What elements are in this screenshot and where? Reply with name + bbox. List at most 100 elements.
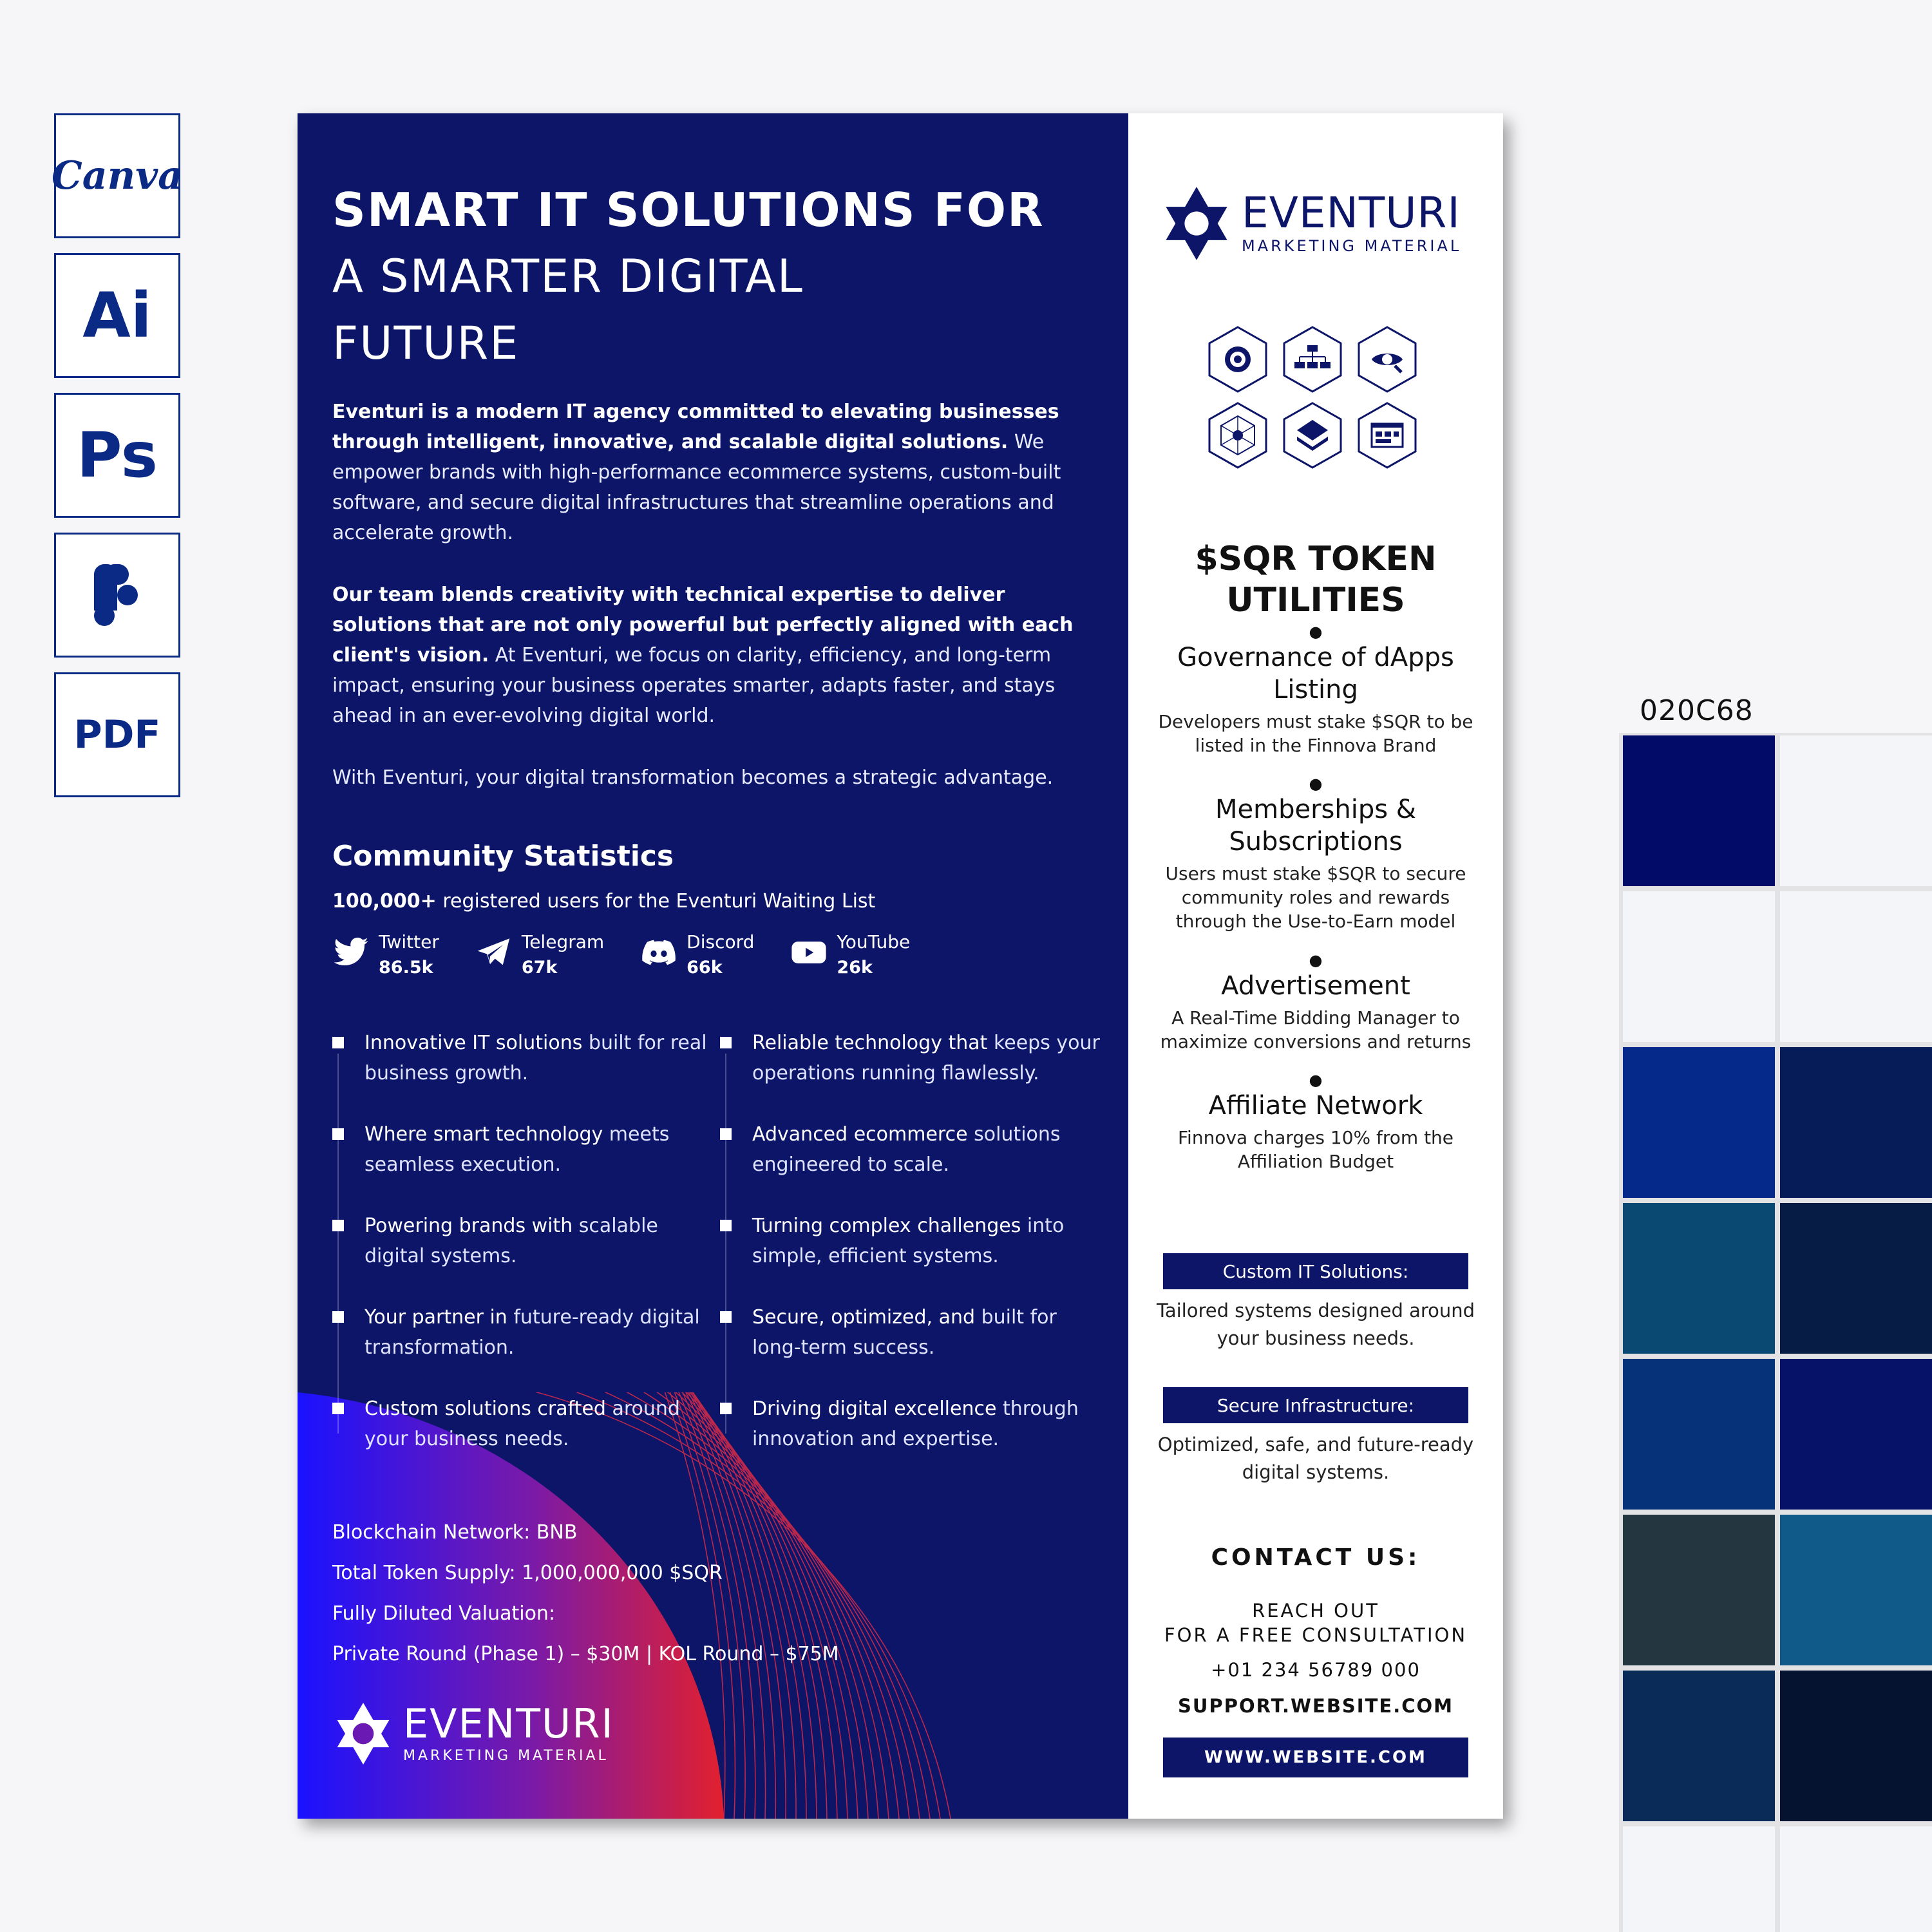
bullet-bold: Turning complex challenges <box>752 1215 1021 1237</box>
discord-icon <box>642 940 676 965</box>
bullets-column-left: Innovative IT solutions built for real b… <box>332 1028 712 1485</box>
list-item: Custom solutions crafted around your bus… <box>332 1394 712 1485</box>
bullets-column-right: Reliable technology that keeps your oper… <box>720 1028 1100 1485</box>
color-swatch <box>1780 1359 1932 1510</box>
utility-desc: Finnova charges 10% from the Affiliation… <box>1177 1127 1454 1172</box>
headline-line-1: SMART IT SOLUTIONS FOR <box>332 183 1045 237</box>
contact-email: SUPPORT.WEBSITE.COM <box>1178 1695 1454 1717</box>
bullet-dot-icon: ● <box>1309 623 1323 641</box>
pdf-badge: PDF <box>54 672 180 797</box>
intro-paragraph-3: With Eventuri, your digital transformati… <box>332 766 1054 789</box>
intro-paragraph-1: Eventuri is a modern IT agency committed… <box>332 397 1092 548</box>
fact-network: Blockchain Network: BNB <box>332 1521 578 1544</box>
social-telegram: Telegram 67k <box>475 931 604 978</box>
color-swatch <box>1780 1671 1932 1821</box>
illustrator-badge: Ai <box>54 253 180 378</box>
bullet-square-icon <box>332 1220 344 1231</box>
figma-icon <box>94 564 138 626</box>
color-swatch <box>1780 891 1932 1042</box>
software-badges: Canva Ai Ps PDF <box>52 113 183 812</box>
bullet-square-icon <box>720 1037 732 1048</box>
telegram-name: Telegram <box>521 931 605 952</box>
contact-line-1: REACH OUT <box>1252 1600 1379 1622</box>
telegram-icon <box>477 938 510 965</box>
bullet-bold: Where smart technology <box>365 1123 603 1146</box>
list-item: Powering brands with scalable digital sy… <box>332 1211 712 1302</box>
star-logo-icon <box>1166 187 1227 260</box>
headline-line-3: FUTURE <box>332 317 520 370</box>
color-swatch <box>1623 1359 1775 1510</box>
logo-tagline: MARKETING MATERIAL <box>403 1747 609 1764</box>
social-youtube: YouTube 26k <box>790 931 910 978</box>
utility-3: ● Advertisement A Real-Time Bidding Mana… <box>1148 951 1484 1054</box>
target-icon <box>1208 326 1267 393</box>
bullet-square-icon <box>332 1403 344 1414</box>
bullet-dot-icon: ● <box>1309 951 1323 969</box>
youtube-icon <box>791 942 826 963</box>
headline-line-2: A SMARTER DIGITAL <box>332 250 804 303</box>
bullet-bold: Powering brands with <box>365 1215 573 1237</box>
utility-4: ● Affiliate Network Finnova charges 10% … <box>1148 1070 1484 1173</box>
bullet-bold: Innovative IT solutions <box>365 1032 583 1054</box>
bullet-square-icon <box>720 1311 732 1323</box>
color-swatch <box>1780 1047 1932 1198</box>
utility-name: Advertisement <box>1221 971 1410 1001</box>
bullet-dot-icon: ● <box>1309 775 1323 793</box>
list-item: Turning complex challenges into simple, … <box>720 1211 1100 1302</box>
bullet-bold: Driving digital excellence <box>752 1397 997 1420</box>
twitter-icon <box>334 937 368 966</box>
service-desc-2: Optimized, safe, and future-ready digita… <box>1157 1434 1474 1483</box>
bullet-square-icon <box>720 1220 732 1231</box>
flyer-right-panel: EVENTURI MARKETING MATERIAL $SQR TOKEN U… <box>1128 113 1503 1819</box>
color-palette <box>1619 733 1932 1932</box>
layers-icon <box>1283 402 1342 469</box>
illustrator-label: Ai <box>82 279 152 352</box>
users-count: 100,000+ <box>332 890 437 913</box>
utility-name: Memberships & Subscriptions <box>1215 795 1416 857</box>
canva-label: Canva <box>52 153 183 198</box>
palette-hex-label: 020C68 <box>1640 694 1754 727</box>
community-title: Community Statistics <box>332 840 674 873</box>
flyer: SMART IT SOLUTIONS FOR A SMARTER DIGITAL… <box>298 113 1503 1819</box>
bullet-dot-icon: ● <box>1309 1071 1323 1089</box>
utility-name: Affiliate Network <box>1208 1091 1423 1121</box>
community-users: 100,000+ registered users for the Eventu… <box>332 890 875 913</box>
utilities-title: $SQR TOKEN UTILITIES <box>1148 538 1484 621</box>
list-item: Advanced ecommerce solutions engineered … <box>720 1119 1100 1211</box>
org-chart-icon <box>1283 326 1342 393</box>
color-swatch <box>1623 1203 1775 1354</box>
logo-tagline: MARKETING MATERIAL <box>1242 237 1462 255</box>
twitter-count: 86.5k <box>379 958 433 978</box>
contact-line-2: FOR A FREE CONSULTATION <box>1164 1624 1468 1646</box>
utilities-title-line-2: UTILITIES <box>1226 581 1405 620</box>
bullet-square-icon <box>332 1037 344 1048</box>
color-swatch <box>1780 1515 1932 1665</box>
utilities-title-line-1: $SQR TOKEN <box>1195 540 1437 578</box>
color-swatch <box>1623 1826 1775 1932</box>
users-text: registered users for the Eventuri Waitin… <box>436 890 876 913</box>
star-logo-icon <box>337 1703 390 1765</box>
telegram-count: 67k <box>521 958 558 978</box>
network-icon <box>1208 402 1267 469</box>
color-swatch <box>1780 1826 1932 1932</box>
service-desc-1: Tailored systems designed around your bu… <box>1156 1300 1475 1349</box>
bullet-bold: Secure, optimized, and <box>752 1306 976 1329</box>
header-logo: EVENTURI MARKETING MATERIAL <box>1163 185 1461 261</box>
intro-1-bold: Eventuri is a modern IT agency committed… <box>332 401 1059 453</box>
token-facts: Blockchain Network: BNB Total Token Supp… <box>332 1512 839 1674</box>
contact-phone: +01 234 56789 000 <box>1211 1659 1421 1681</box>
color-swatch <box>1623 891 1775 1042</box>
photoshop-badge: Ps <box>54 393 180 518</box>
flyer-left-panel: SMART IT SOLUTIONS FOR A SMARTER DIGITAL… <box>298 113 1128 1819</box>
youtube-name: YouTube <box>837 931 911 952</box>
bullet-bold: Custom solutions crafted <box>365 1397 606 1420</box>
youtube-count: 26k <box>837 958 873 978</box>
website-link[interactable]: WWW.WEBSITE.COM <box>1163 1738 1468 1777</box>
service-label-1: Custom IT Solutions: <box>1163 1253 1468 1289</box>
footer-logo: EVENTURI MARKETING MATERIAL <box>332 1701 614 1766</box>
intro-paragraph-2: Our team blends creativity with technica… <box>332 580 1092 731</box>
bullet-square-icon <box>720 1128 732 1140</box>
photoshop-label: Ps <box>77 419 158 491</box>
fact-rounds: Private Round (Phase 1) – $30M | KOL Rou… <box>332 1643 839 1665</box>
contact-title: CONTACT US: <box>1211 1544 1421 1571</box>
